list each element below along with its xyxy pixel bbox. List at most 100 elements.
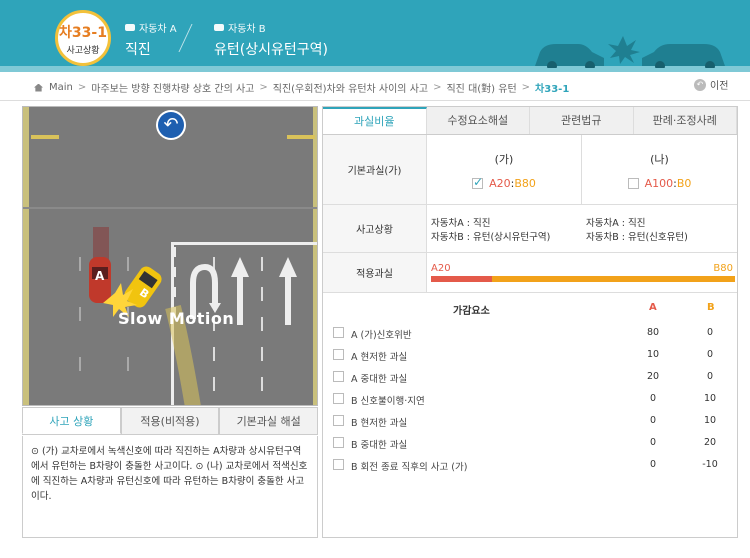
option-ga-head: (가): [494, 153, 514, 166]
basic-fault-label: 기본과실(가): [323, 135, 427, 204]
car-a-value: 직진: [125, 42, 151, 58]
option-na[interactable]: (나) A100:B0: [582, 135, 737, 204]
adjustment-b-value: 10: [703, 415, 717, 426]
fault-ratio-bar: [431, 276, 735, 282]
back-arrow-icon: ↶: [694, 78, 706, 91]
adjustment-row[interactable]: A (가)신호위반 80 0: [323, 322, 737, 344]
basic-fault-row: 기본과실(가) (가) A20:B80 (나) A100:B0: [323, 135, 737, 205]
fault-ratio-bar-a: [431, 276, 492, 282]
car-a-label: 자동차 A: [139, 24, 177, 35]
option-na-a: A100: [644, 177, 674, 190]
breadcrumb-item[interactable]: 직진(우회전)차와 유턴차 사이의 사고: [273, 80, 428, 95]
tab-situation[interactable]: 사고 상황: [22, 407, 121, 434]
adjustment-a-value: 10: [646, 349, 660, 360]
u-turn-sign-icon: ↶: [156, 110, 186, 140]
breadcrumb: Main > 마주보는 방향 진행차량 상호 간의 사고 > 직진(우회전)차와 유…: [34, 80, 674, 95]
adjustment-b-value: 0: [706, 327, 714, 338]
fault-panel: 과실비율 수정요소해설 관련법규 판례·조정사례 기본과실(가) (가) A20…: [322, 106, 738, 538]
car-b-value: 유턴(상시유턴구역): [214, 42, 328, 58]
tab-fault-ratio[interactable]: 과실비율: [323, 107, 427, 134]
left-tab-bar: 사고 상황 적용(비적용) 기본과실 해설: [22, 407, 319, 435]
adjustment-name: A 현저한 과실: [351, 352, 408, 363]
prev-button[interactable]: ↶ 이전: [694, 77, 728, 92]
adjustment-checkbox[interactable]: [333, 437, 344, 448]
ga-car-b: 자동차B : 유턴(상시유턴구역): [431, 232, 551, 243]
tab-precedents[interactable]: 판례·조정사례: [634, 107, 737, 134]
breadcrumb-current: 차33-1: [535, 84, 570, 95]
option-ga-a: A20: [489, 177, 511, 190]
adjustment-b-value: 0: [706, 349, 714, 360]
case-code: 차33-1: [59, 25, 107, 41]
adjustment-b-value: 20: [703, 437, 717, 448]
adjustment-checkbox[interactable]: [333, 415, 344, 426]
car-b-header: 자동차 B 유턴(상시유턴구역): [214, 20, 328, 59]
adjustment-row[interactable]: A 현저한 과실 10 0: [323, 344, 737, 366]
situation-label: 사고상황: [323, 205, 427, 252]
adjustment-a-value: 0: [649, 459, 657, 470]
na-car-b: 자동차B : 유턴(신호유턴): [586, 232, 688, 243]
adjustment-title: 가감요소: [453, 306, 490, 317]
case-badge: 차33-1 사고상황: [55, 10, 111, 66]
adjustment-row[interactable]: B 중대한 과실 0 20: [323, 432, 737, 454]
accident-video[interactable]: ↶ Slow Motion A B: [22, 106, 318, 406]
adjustment-name: A 중대한 과실: [351, 374, 408, 385]
adjustment-name: B 중대한 과실: [351, 440, 408, 451]
adjustment-checkbox[interactable]: [333, 459, 344, 470]
adjustment-header: 가감요소 A B: [323, 297, 737, 319]
breadcrumb-item[interactable]: 마주보는 방향 진행차량 상호 간의 사고: [91, 80, 254, 95]
applied-a-label: A20: [431, 263, 451, 274]
car-a-header: 자동차 A 직진: [125, 20, 177, 59]
adjustment-name: A (가)신호위반: [351, 330, 412, 341]
adjustment-checkbox[interactable]: [333, 327, 344, 338]
crash-illustration-icon: [535, 36, 725, 68]
adjustment-b-value: -10: [702, 459, 718, 470]
breadcrumb-item[interactable]: 직진 대(對) 유턴: [446, 80, 516, 95]
case-sub: 사고상황: [66, 46, 100, 56]
option-na-b: B0: [676, 177, 692, 190]
car-icon: [214, 24, 224, 31]
ga-car-a: 자동차A : 직진: [431, 218, 491, 229]
adjustment-row[interactable]: A 중대한 과실 20 0: [323, 366, 737, 388]
adjustment-checkbox[interactable]: [333, 393, 344, 404]
option-ga-b: B80: [514, 177, 536, 190]
option-na-head: (나): [650, 153, 669, 166]
slow-motion-label: Slow Motion: [118, 309, 235, 328]
na-car-a: 자동차A : 직진: [586, 218, 646, 229]
applied-b-label: B80: [713, 263, 733, 274]
adjustment-checkbox[interactable]: [333, 349, 344, 360]
breadcrumb-item[interactable]: Main: [49, 82, 73, 93]
adjustment-row[interactable]: B 현저한 과실 0 10: [323, 410, 737, 432]
situation-description: ⊙ (가) 교차로에서 녹색신호에 따라 직진하는 A차량과 상시유턴구역에서 …: [22, 436, 318, 538]
prev-label: 이전: [710, 81, 729, 92]
tab-application[interactable]: 적용(비적용): [120, 407, 220, 434]
right-tab-bar: 과실비율 수정요소해설 관련법규 판례·조정사례: [323, 107, 737, 135]
tab-related-law[interactable]: 관련법규: [530, 107, 634, 134]
option-na-checkbox[interactable]: [627, 178, 639, 189]
intersection-illustration: [23, 107, 317, 405]
option-ga-checkbox[interactable]: [472, 175, 483, 189]
applied-fault-row: 적용과실 A20 B80: [323, 253, 737, 293]
adjustment-row[interactable]: B 신호불이행·지연 0 10: [323, 388, 737, 410]
adjustment-a-value: 80: [646, 327, 660, 338]
situation-row: 사고상황 자동차A : 직진자동차B : 유턴(상시유턴구역) 자동차A : 직…: [323, 205, 737, 253]
option-ga[interactable]: (가) A20:B80: [427, 135, 582, 204]
adjustment-name: B 신호불이행·지연: [351, 396, 425, 407]
adjustment-row[interactable]: B 회전 종료 직후의 사고 (가) 0 -10: [323, 454, 737, 476]
tab-basic-explanation[interactable]: 기본과실 해설: [219, 407, 319, 434]
car-icon: [125, 24, 135, 31]
car-a-tag: A: [95, 269, 105, 283]
adjustment-checkbox[interactable]: [333, 371, 344, 382]
adjustment-a-value: 0: [649, 437, 657, 448]
adjustment-b-value: 10: [703, 393, 717, 404]
applied-fault-label: 적용과실: [323, 253, 427, 292]
home-icon[interactable]: [34, 83, 43, 92]
adjustment-col-b: B: [707, 302, 715, 313]
tab-adjustment-explanation[interactable]: 수정요소해설: [427, 107, 530, 134]
adjustment-name: B 현저한 과실: [351, 418, 408, 429]
adjustment-b-value: 0: [706, 371, 714, 382]
adjustment-a-value: 0: [649, 393, 657, 404]
adjustment-name: B 회전 종료 직후의 사고 (가): [351, 462, 468, 473]
adjustment-col-a: A: [649, 302, 657, 313]
adjustment-a-value: 20: [646, 371, 660, 382]
adjustment-a-value: 0: [649, 415, 657, 426]
